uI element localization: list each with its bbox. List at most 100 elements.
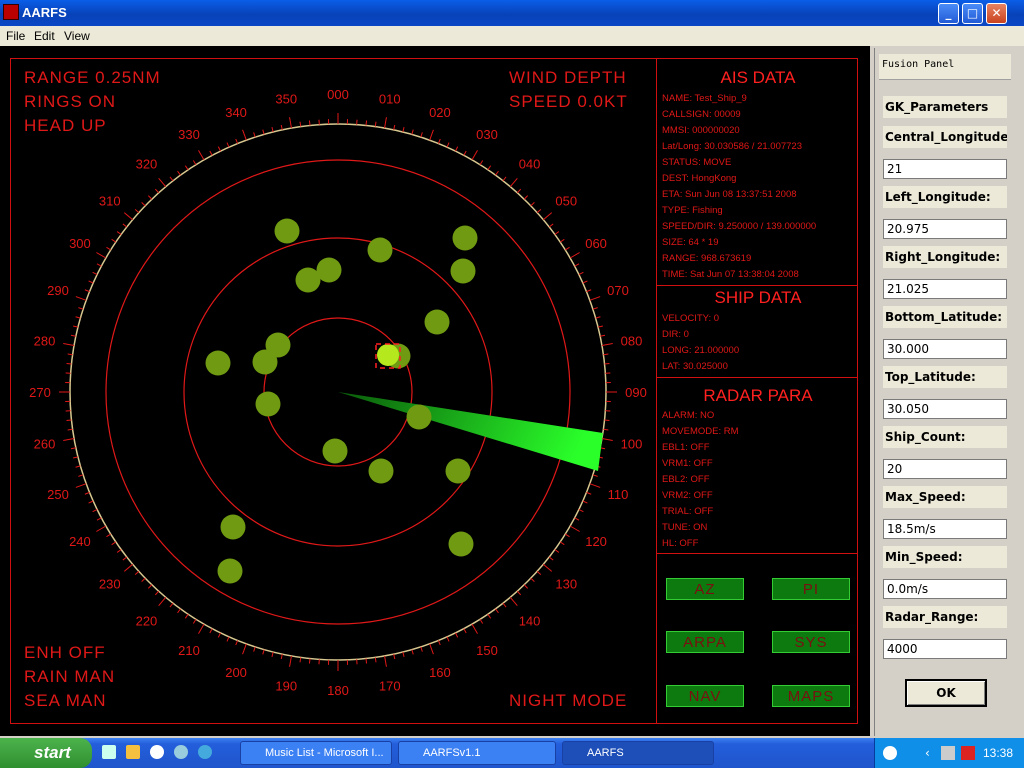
target-contact[interactable] [274, 218, 300, 244]
maps-button[interactable]: MAPS [772, 685, 850, 707]
bearing-label: 050 [555, 193, 577, 208]
bearing-tick [141, 577, 146, 583]
bearing-tick [603, 353, 609, 356]
param-input[interactable]: 21.025 [883, 279, 1007, 299]
target-contact[interactable] [368, 458, 394, 484]
radar-para-line: VRM1: OFF [662, 458, 713, 469]
bearing-tick [84, 289, 90, 293]
bearing-tick [582, 500, 588, 504]
antivirus-icon[interactable] [961, 746, 975, 760]
ais-line: RANGE: 968.673619 [662, 253, 752, 264]
bearing-label: 310 [99, 193, 121, 208]
bearing-label: 030 [476, 127, 498, 142]
target-contact[interactable] [445, 458, 471, 484]
ship-data-line: LAT: 30.025000 [662, 361, 728, 372]
target-contact[interactable] [217, 558, 243, 584]
target-contact[interactable] [424, 309, 450, 335]
bearing-tick [111, 238, 117, 243]
player-icon[interactable] [150, 745, 164, 759]
orientation-mode: HEAD UP [24, 116, 107, 135]
bearing-tick [604, 362, 610, 365]
bearing-tick [88, 280, 94, 284]
ie-icon[interactable] [198, 745, 212, 759]
bearing-tick [226, 636, 230, 642]
bearing-tick [446, 142, 450, 148]
radar-para-line: HL: OFF [662, 538, 699, 549]
bearing-tick [141, 201, 146, 207]
bearing-tick [509, 596, 518, 607]
bearing-tick [253, 646, 256, 652]
ais-line: NAME: Test_Ship_9 [662, 93, 747, 104]
network-icon[interactable] [883, 746, 897, 760]
messenger-icon[interactable] [174, 745, 188, 759]
enh-status: ENH OFF [24, 643, 106, 662]
param-input[interactable]: 20 [883, 459, 1007, 479]
bearing-label: 260 [34, 437, 56, 452]
bearing-tick [106, 533, 111, 538]
param-input[interactable]: 18.5m/s [883, 519, 1007, 539]
sys-button[interactable]: SYS [772, 631, 850, 653]
speaker-icon[interactable] [941, 746, 955, 760]
media-icon[interactable] [126, 745, 140, 759]
bearing-tick [601, 343, 613, 346]
target-contact[interactable] [252, 349, 278, 375]
minimize-button[interactable]: _ [938, 3, 959, 24]
bearing-tick [134, 570, 140, 576]
maximize-button[interactable]: □ [962, 3, 983, 24]
param-label: Bottom_Latitude: [883, 306, 1007, 328]
bearing-tick [479, 619, 484, 624]
bearing-tick [603, 428, 609, 431]
bearing-tick [565, 246, 570, 251]
bearing-tick [402, 651, 405, 658]
bearing-tick [437, 640, 441, 646]
param-input[interactable]: 21 [883, 159, 1007, 179]
start-button[interactable]: start [0, 738, 92, 768]
bearing-tick [536, 208, 542, 214]
night-mode: NIGHT MODE [509, 691, 628, 710]
own-ship-contact[interactable] [377, 344, 399, 366]
bearing-tick [523, 195, 529, 200]
param-input[interactable]: 30.050 [883, 399, 1007, 419]
bearing-tick [420, 646, 423, 652]
param-input[interactable]: 0.0m/s [883, 579, 1007, 599]
nav-button[interactable]: NAV [666, 685, 744, 707]
target-contact[interactable] [406, 404, 432, 430]
target-contact[interactable] [205, 350, 231, 376]
bearing-tick [569, 525, 580, 532]
az-button[interactable]: AZ [666, 578, 744, 600]
param-input[interactable]: 30.000 [883, 339, 1007, 359]
desktop-icon[interactable] [102, 745, 116, 759]
target-contact[interactable] [255, 391, 281, 417]
target-contact[interactable] [295, 267, 321, 293]
bearing-tick [209, 628, 213, 634]
bearing-tick [554, 231, 560, 235]
task-aarfs[interactable]: AARFS [562, 741, 714, 765]
ais-line: DEST: HongKong [662, 173, 737, 184]
chevron-left-icon[interactable]: ‹ [925, 746, 930, 760]
bearing-tick [592, 474, 598, 477]
bearing-label: 210 [178, 643, 200, 658]
ok-button[interactable]: OK [905, 679, 987, 707]
bearing-tick [592, 307, 598, 310]
target-contact[interactable] [450, 258, 476, 284]
bearing-label: 280 [34, 333, 56, 348]
target-contact[interactable] [452, 225, 478, 251]
task-aarfsv1[interactable]: AARFSv1.1 [398, 741, 556, 765]
param-input[interactable]: 20.975 [883, 219, 1007, 239]
task-music-list[interactable]: Music List - Microsoft I... [240, 741, 392, 765]
target-contact[interactable] [220, 514, 246, 540]
pi-button[interactable]: PI [772, 578, 850, 600]
radar-para-line: TUNE: ON [662, 522, 708, 533]
param-input[interactable]: 4000 [883, 639, 1007, 659]
bearing-label: 300 [69, 236, 91, 251]
fusion-panel-title: Fusion Panel [879, 54, 1011, 80]
arpa-button[interactable]: ARPA [666, 631, 744, 653]
target-contact[interactable] [322, 438, 348, 464]
ais-line: SIZE: 64 * 19 [662, 237, 719, 248]
bearing-tick [559, 541, 565, 546]
target-contact[interactable] [448, 531, 474, 557]
bearing-tick [384, 655, 387, 667]
target-contact[interactable] [367, 237, 393, 263]
close-button[interactable]: ✕ [986, 3, 1007, 24]
bearing-label: 250 [47, 487, 69, 502]
